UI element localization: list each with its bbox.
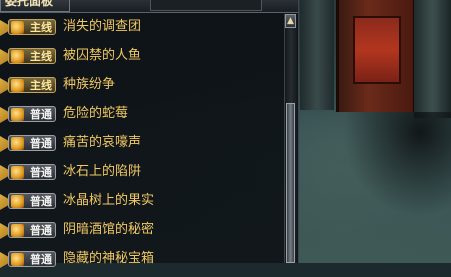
quest-row[interactable]: 普通 痛苦的哀嚎声: [0, 132, 280, 156]
quest-row[interactable]: 普通 隐藏的神秘宝箱: [0, 248, 280, 272]
quest-type-label: 普通: [30, 137, 52, 150]
red-door: [336, 0, 416, 112]
quest-scroll-icon: [11, 195, 24, 208]
normal-quest-badge: 普通: [8, 106, 56, 122]
quest-name[interactable]: 消失的调查团: [63, 19, 141, 35]
quest-scroll-icon: [11, 137, 24, 150]
normal-quest-badge: 普通: [8, 164, 56, 180]
quest-type-label: 普通: [30, 253, 52, 266]
quest-scroll-icon: [11, 79, 24, 92]
quest-row[interactable]: 普通 冰晶树上的果实: [0, 190, 280, 214]
quest-type-label: 主线: [30, 21, 52, 34]
stone-pillar: [300, 0, 334, 110]
quest-row[interactable]: 普通 阴暗酒馆的秘密: [0, 219, 280, 243]
panel-header: 委托面板: [0, 0, 298, 13]
quest-scroll-icon: [11, 21, 24, 34]
normal-quest-badge: 普通: [8, 251, 56, 267]
quest-type-label: 普通: [30, 224, 52, 237]
scroll-up-button[interactable]: ▲: [285, 14, 296, 28]
quest-scroll-icon: [11, 253, 24, 266]
chevron-up-icon: ▲: [287, 15, 294, 26]
main-quest-badge: 主线: [8, 19, 56, 35]
quest-name[interactable]: 危险的蛇莓: [63, 106, 128, 122]
quest-type-label: 普通: [30, 108, 52, 121]
panel-title-tab[interactable]: 委托面板: [0, 0, 70, 12]
header-bar: [150, 0, 262, 11]
normal-quest-badge: 普通: [8, 135, 56, 151]
quest-row[interactable]: 普通 冰石上的陷阱: [0, 161, 280, 185]
quest-name[interactable]: 冰石上的陷阱: [63, 164, 141, 180]
normal-quest-badge: 普通: [8, 193, 56, 209]
ground-shadow: [300, 112, 451, 263]
main-quest-badge: 主线: [8, 77, 56, 93]
main-quest-badge: 主线: [8, 48, 56, 64]
quest-row[interactable]: 普通 危险的蛇莓: [0, 103, 280, 127]
quest-type-label: 普通: [30, 166, 52, 179]
quest-list-panel: 委托面板 主线 消失的调查团 主线 被囚禁的人鱼 主线 种族纷争 普通 危险的蛇莓 普通 痛苦的哀…: [0, 0, 299, 268]
quest-type-label: 普通: [30, 195, 52, 208]
quest-type-label: 主线: [30, 79, 52, 92]
quest-type-label: 主线: [30, 50, 52, 63]
quest-row[interactable]: 主线 被囚禁的人鱼: [0, 45, 280, 69]
quest-row[interactable]: 主线 种族纷争: [0, 74, 280, 98]
normal-quest-badge: 普通: [8, 222, 56, 238]
quest-list: 主线 消失的调查团 主线 被囚禁的人鱼 主线 种族纷争 普通 危险的蛇莓 普通 痛苦的哀嚎声 普通冰…: [0, 16, 280, 277]
quest-scroll-icon: [11, 166, 24, 179]
quest-name[interactable]: 痛苦的哀嚎声: [63, 135, 141, 151]
quest-name[interactable]: 隐藏的神秘宝箱: [63, 251, 154, 267]
quest-row[interactable]: 主线 消失的调查团: [0, 16, 280, 40]
quest-scroll-icon: [11, 108, 24, 121]
quest-scroll-icon: [11, 224, 24, 237]
quest-name[interactable]: 种族纷争: [63, 77, 115, 93]
quest-name[interactable]: 被囚禁的人鱼: [63, 48, 141, 64]
quest-scroll-icon: [11, 50, 24, 63]
quest-name[interactable]: 阴暗酒馆的秘密: [63, 222, 154, 238]
quest-name[interactable]: 冰晶树上的果实: [63, 193, 154, 209]
stone-pillar-right: [414, 0, 451, 118]
scrollbar-thumb[interactable]: [286, 103, 295, 263]
